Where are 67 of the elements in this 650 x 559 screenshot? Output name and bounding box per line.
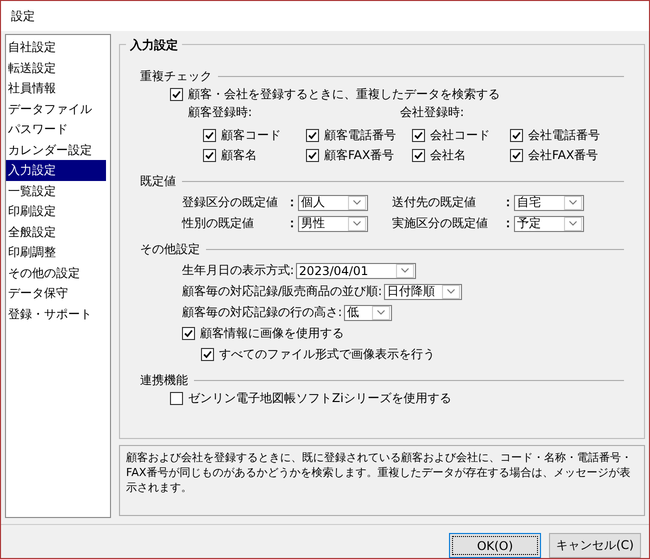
checkbox[interactable]	[203, 129, 216, 142]
checkbox-label: 顧客FAX番号	[324, 147, 394, 164]
sidebar-item[interactable]: 入力設定	[6, 160, 106, 180]
group-title: 入力設定	[126, 37, 182, 54]
checkbox-label: 顧客情報に画像を使用する	[200, 325, 344, 342]
checkbox[interactable]	[306, 149, 319, 162]
checkbox-label: すべてのファイル形式で画像表示を行う	[219, 346, 435, 363]
sidebar-item[interactable]: 印刷設定	[6, 201, 106, 222]
sidebar-item[interactable]: データ保守	[6, 283, 106, 304]
checkbox-label: 顧客コード	[221, 127, 281, 144]
checkbox[interactable]	[412, 149, 425, 162]
checkbox[interactable]	[510, 149, 523, 162]
sidebar-item[interactable]: 転送設定	[6, 58, 106, 78]
section-heading: 連携機能	[140, 372, 188, 388]
dialog-button[interactable]: キャンセル(C)	[549, 533, 641, 558]
dropdown[interactable]: 低	[344, 304, 392, 320]
sidebar-item[interactable]: 社員情報	[6, 78, 106, 98]
section-heading: その他設定	[140, 240, 200, 258]
section-heading: 重複チェック	[140, 68, 212, 84]
dropdown[interactable]: 男性	[298, 216, 368, 232]
sidebar-item[interactable]: 自社設定	[6, 37, 106, 58]
sidebar-item[interactable]: パスワード	[6, 119, 106, 140]
checkbox-label: ゼンリン電子地図帳ソフトZiシリーズを使用する	[188, 390, 452, 407]
checkbox-label: 会社FAX番号	[528, 147, 598, 164]
checkbox[interactable]	[170, 392, 183, 405]
checkbox[interactable]	[510, 129, 523, 142]
checkbox-label: 顧客電話番号	[324, 127, 396, 144]
checkbox[interactable]	[203, 149, 216, 162]
checkbox-label: 会社電話番号	[528, 127, 600, 144]
sidebar-item[interactable]: その他の設定	[6, 262, 106, 283]
sidebar-item[interactable]: 登録・サポート	[6, 304, 106, 324]
field-label: 生年月日の表示方式:	[182, 262, 294, 279]
window-title: 設定	[11, 8, 35, 24]
dropdown[interactable]: 自宅	[514, 194, 584, 210]
checkbox[interactable]	[306, 129, 319, 142]
checkbox-label: 会社名	[430, 147, 466, 164]
checkbox[interactable]	[182, 327, 195, 340]
checkbox-label: 会社コード	[430, 127, 490, 144]
dialog-button[interactable]: OK(O)	[449, 533, 541, 558]
subheading: 会社登録時:	[400, 104, 464, 121]
field-label: 送付先の既定値	[392, 194, 477, 211]
checkbox[interactable]	[170, 88, 183, 101]
sidebar-item[interactable]: 一覧設定	[6, 180, 106, 201]
colon: ：	[286, 215, 298, 232]
field-label: 性別の既定値	[182, 215, 255, 232]
sidebar-item[interactable]: データファイル	[6, 98, 106, 119]
colon: ：	[286, 194, 298, 211]
checkbox[interactable]	[412, 129, 425, 142]
colon: ：	[502, 215, 514, 232]
field-label: 実施区分の既定値	[392, 215, 489, 232]
field-label: 顧客毎の対応記録/販売商品の並び順:	[182, 283, 382, 300]
sidebar-item[interactable]: 全般設定	[6, 222, 106, 242]
field-label: 顧客毎の対応記録の行の高さ:	[182, 304, 342, 321]
section-heading: 既定値	[140, 172, 176, 190]
colon: ：	[502, 194, 514, 211]
dropdown[interactable]: 日付降順	[384, 284, 462, 300]
description-text: 顧客および会社を登録するときに、既に登録されている顧客および会社に、コード・名称・電話番号・FAX番号が同じものがあるかどうかを検索します。重複したデータが存在する場合は、メッセージが表示されます。	[119, 444, 645, 516]
sidebar-item[interactable]: 印刷調整	[6, 242, 106, 262]
dropdown[interactable]: 2023/04/01	[296, 262, 416, 278]
sidebar-item[interactable]: カレンダー設定	[6, 140, 106, 160]
dropdown[interactable]: 個人	[298, 194, 368, 210]
checkbox-label: 顧客名	[221, 147, 257, 164]
field-label: 登録区分の既定値	[182, 194, 279, 211]
dropdown[interactable]: 予定	[514, 216, 584, 232]
checkbox-label: 顧客・会社を登録するときに、重複したデータを検索する	[188, 86, 500, 103]
subheading: 顧客登録時:	[188, 104, 254, 121]
checkbox[interactable]	[201, 348, 214, 361]
